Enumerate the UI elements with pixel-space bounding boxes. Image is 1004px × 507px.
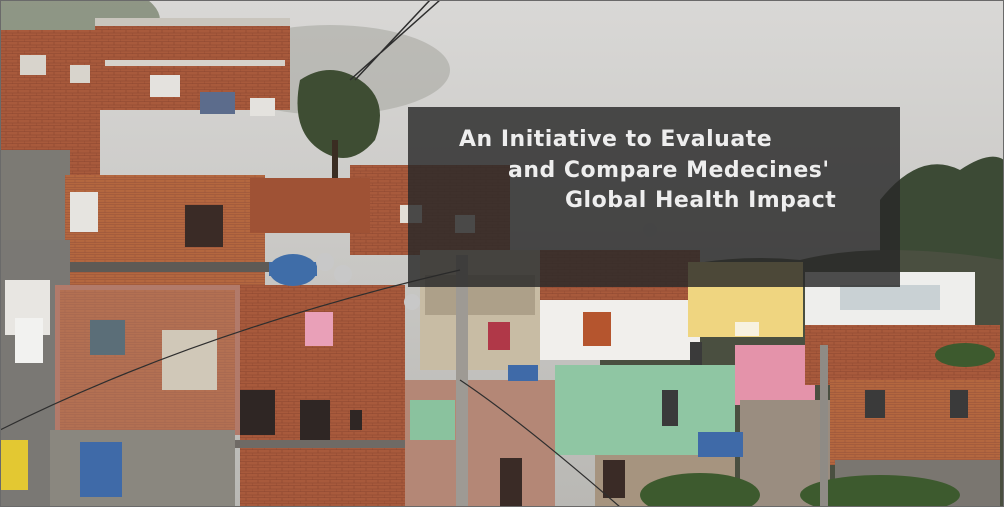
caption-line-1: An Initiative to Evaluate (459, 127, 773, 152)
building-bottom-center (405, 380, 555, 507)
building-brick-lower-right (830, 380, 1000, 465)
building-pink (735, 345, 815, 405)
caption-overlay: An Initiative to Evaluate and Compare Me… (408, 107, 900, 287)
caption-line-2: and Compare Medecines' (508, 158, 830, 183)
caption-line-3: Global Health Impact (565, 188, 837, 213)
